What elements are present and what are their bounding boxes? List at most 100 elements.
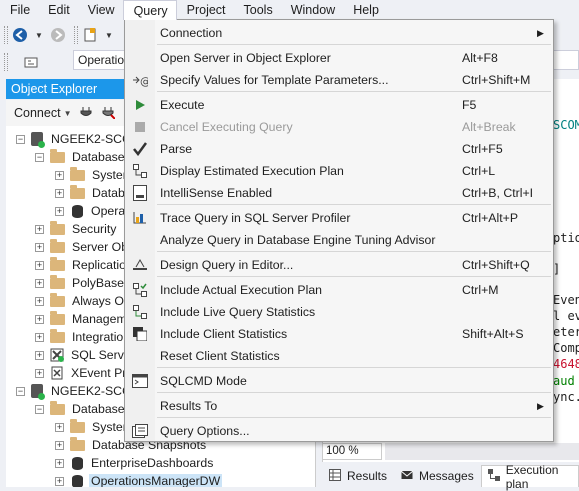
forward-icon[interactable] <box>49 26 67 44</box>
tree-node-label: PolyBase <box>72 276 124 290</box>
menu-item-cancel-executing-query[interactable]: Cancel Executing Query Alt+Break <box>125 116 553 138</box>
tree-node[interactable]: − Databases <box>35 400 133 418</box>
menu-separator <box>157 392 551 393</box>
tree-node[interactable]: + Replicatio <box>35 256 128 274</box>
tree-expander-icon[interactable]: + <box>55 206 64 216</box>
menu-item-open-server-in-object-explorer[interactable]: Open Server in Object Explorer Alt+F8 <box>125 47 553 69</box>
menu-item-include-actual-execution-plan[interactable]: Include Actual Execution Plan Ctrl+M <box>125 279 553 301</box>
tree-expander-icon[interactable]: + <box>55 170 64 180</box>
tree-expander-icon[interactable]: + <box>55 458 64 468</box>
tree-expander-icon[interactable]: + <box>35 260 44 270</box>
menu-item-shortcut: Alt+Break <box>462 120 516 134</box>
menu-window[interactable]: Window <box>281 0 343 20</box>
menu-item-specify-values-for-template-parameters[interactable]: @ Specify Values for Template Parameters.… <box>125 69 553 91</box>
sql-editor-icon[interactable] <box>22 53 40 71</box>
tree-expander-icon[interactable]: − <box>16 134 25 144</box>
horizontal-scrollbar[interactable] <box>385 443 579 460</box>
menu-item-design-query-in-editor[interactable]: Design Query in Editor... Ctrl+Shift+Q <box>125 254 553 276</box>
tree-node[interactable]: + Server Obj <box>35 238 133 256</box>
client-stats-icon <box>125 327 155 341</box>
tree-node[interactable]: + PolyBase <box>35 274 126 292</box>
tree-expander-icon[interactable]: − <box>16 386 25 396</box>
tree-node[interactable]: + OperationsManagerDW <box>55 472 223 487</box>
menu-item-connection[interactable]: Connection ▶ <box>125 22 553 44</box>
tree-node[interactable]: + Databa <box>55 184 134 202</box>
tree-node[interactable]: + EnterpriseDashboards <box>55 454 215 472</box>
tree-node[interactable]: + SQL Serve <box>35 346 133 364</box>
tree-node[interactable]: + XEvent Pr <box>35 364 128 382</box>
menu-item-analyze-query-in-database-engine-tuning-advisor[interactable]: Analyze Query in Database Engine Tuning … <box>125 229 553 251</box>
menu-item-label: Include Actual Execution Plan <box>160 283 323 297</box>
menu-item-results-to[interactable]: Results To ▶ <box>125 395 553 417</box>
folder-icon <box>50 400 70 415</box>
tree-node[interactable]: − Databases <box>35 148 133 166</box>
menu-file[interactable]: File <box>0 0 38 20</box>
back-icon[interactable] <box>11 26 29 44</box>
tree-node-label: Managem <box>72 312 127 326</box>
menu-query[interactable]: Query <box>122 0 177 20</box>
tree-expander-icon[interactable]: − <box>35 404 44 414</box>
menu-project[interactable]: Project <box>177 0 234 20</box>
editor-text-fragment: 4648 <box>553 357 579 371</box>
menu-view[interactable]: View <box>78 0 123 20</box>
menu-item-label: Design Query in Editor... <box>160 258 294 272</box>
tree-expander-icon[interactable]: + <box>35 314 44 324</box>
menu-help[interactable]: Help <box>343 0 387 20</box>
tree-node[interactable]: + Systen <box>55 166 132 184</box>
tree-node[interactable]: + Managem <box>35 310 129 328</box>
tree-expander-icon[interactable]: + <box>35 350 44 360</box>
tree-node[interactable]: + Security <box>35 220 118 238</box>
tree-expander-icon[interactable]: + <box>55 440 64 450</box>
menu-edit[interactable]: Edit <box>38 0 78 20</box>
folder-icon <box>50 238 70 253</box>
tree-expander-icon[interactable]: + <box>35 242 44 252</box>
tree-expander-icon[interactable]: + <box>35 332 44 342</box>
connect-button[interactable]: Connect <box>6 106 61 120</box>
tab-execution-plan[interactable]: Execution plan <box>480 463 579 491</box>
tree-expander-icon[interactable]: + <box>35 368 44 378</box>
menu-tools[interactable]: Tools <box>234 0 281 20</box>
menu-item-include-client-statistics[interactable]: Include Client Statistics Shift+Alt+S <box>125 323 553 345</box>
menu-item-label: SQLCMD Mode <box>160 374 247 388</box>
plan-icon <box>487 469 500 484</box>
dropdown-arrow-icon[interactable]: ▼ <box>105 26 113 44</box>
menu-item-intellisense-enabled[interactable]: IntelliSense Enabled Ctrl+B, Ctrl+I <box>125 182 553 204</box>
tree-expander-icon[interactable]: + <box>35 278 44 288</box>
menu-item-query-options[interactable]: Query Options... <box>125 420 553 442</box>
menu-item-include-live-query-statistics[interactable]: Include Live Query Statistics <box>125 301 553 323</box>
dropdown-arrow-icon[interactable]: ▼ <box>64 109 72 118</box>
tree-node[interactable]: + Systen <box>55 418 132 436</box>
toolbar-right-combo[interactable] <box>553 50 579 70</box>
new-project-icon[interactable] <box>81 26 99 44</box>
database-icon <box>70 474 89 487</box>
tab-results[interactable]: Results <box>322 465 394 487</box>
menu-item-sqlcmd-mode[interactable]: SQLCMD Mode <box>125 370 553 392</box>
tree-expander-icon[interactable]: − <box>35 152 44 162</box>
disconnect-plug-icon[interactable] <box>101 105 117 122</box>
connect-plug-icon[interactable] <box>79 105 93 122</box>
tree-node[interactable]: − NGEEK2-SCO <box>16 130 134 148</box>
tree-expander-icon[interactable]: + <box>35 296 44 306</box>
editor-text-fragment: l ev <box>553 309 579 323</box>
toolbar-grip[interactable] <box>4 53 8 71</box>
tree-expander-icon[interactable]: + <box>55 476 64 486</box>
menu-item-label: Analyze Query in Database Engine Tuning … <box>160 233 436 247</box>
menu-item-execute[interactable]: Execute F5 <box>125 94 553 116</box>
tree-expander-icon[interactable]: + <box>55 422 64 432</box>
toolbar-row-1: ▼ ▼ <box>0 22 116 48</box>
tab-messages[interactable]: Messages <box>394 465 481 487</box>
menu-item-display-estimated-execution-plan[interactable]: Display Estimated Execution Plan Ctrl+L <box>125 160 553 182</box>
zoom-combo[interactable]: 100 % <box>322 443 382 460</box>
tree-expander-icon[interactable]: + <box>55 188 64 198</box>
tree-node[interactable]: + Always Or <box>35 292 130 310</box>
dropdown-arrow-icon[interactable]: ▼ <box>35 26 43 44</box>
toolbar-grip[interactable] <box>4 26 8 44</box>
menu-bar: File Edit View Query Project Tools Windo… <box>0 0 579 20</box>
menu-item-parse[interactable]: Parse Ctrl+F5 <box>125 138 553 160</box>
menu-item-trace-query-in-sql-server-profiler[interactable]: Trace Query in SQL Server Profiler Ctrl+A… <box>125 207 553 229</box>
tree-node[interactable]: + Operat <box>55 202 131 220</box>
tree-expander-icon[interactable]: + <box>35 224 44 234</box>
tree-node[interactable]: + Integratio <box>35 328 125 346</box>
menu-item-reset-client-statistics[interactable]: Reset Client Statistics <box>125 345 553 367</box>
tree-node[interactable]: − NGEEK2-SCO <box>16 382 134 400</box>
